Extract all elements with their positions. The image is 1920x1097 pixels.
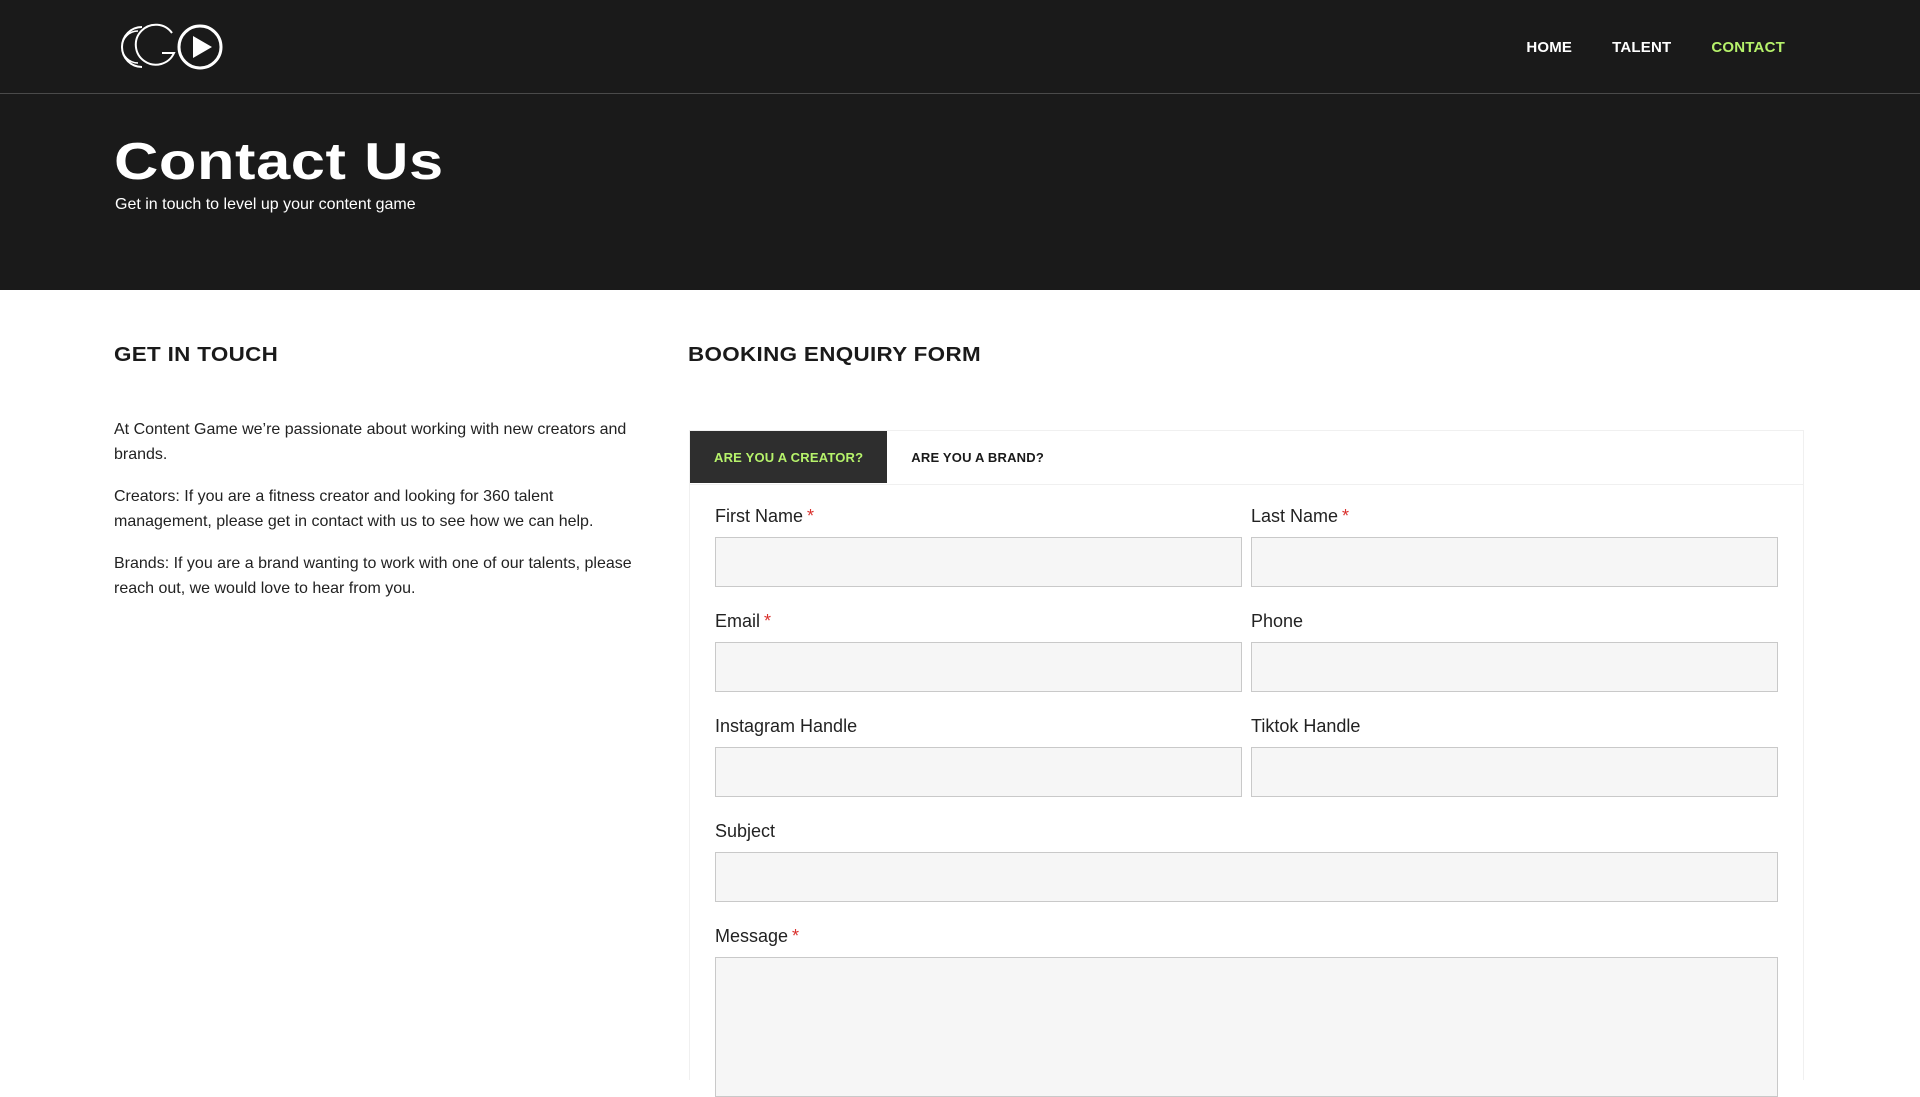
page-title: Contact Us bbox=[114, 133, 444, 191]
tiktok-label: Tiktok Handle bbox=[1251, 715, 1778, 737]
instagram-handle-input[interactable] bbox=[715, 747, 1242, 797]
phone-group: Phone bbox=[1251, 610, 1778, 692]
last-name-label: Last Name * bbox=[1251, 505, 1778, 527]
first-name-input[interactable] bbox=[715, 537, 1242, 587]
nav-contact-link[interactable]: CONTACT bbox=[1711, 39, 1785, 56]
email-label-text: Email bbox=[715, 611, 761, 631]
hero-banner: Contact Us Get in touch to level up your… bbox=[0, 94, 1920, 290]
subject-label-text: Subject bbox=[715, 821, 776, 841]
phone-label: Phone bbox=[1251, 610, 1778, 632]
tiktok-handle-input[interactable] bbox=[1251, 747, 1778, 797]
enquiry-type-tabs: ARE YOU A CREATOR? ARE YOU A BRAND? bbox=[689, 430, 1804, 484]
get-in-touch-text: At Content Game we’re passionate about w… bbox=[114, 417, 654, 601]
phone-input[interactable] bbox=[1251, 642, 1778, 692]
phone-label-text: Phone bbox=[1251, 611, 1304, 631]
content-game-logo-icon[interactable] bbox=[114, 23, 224, 71]
nav-home-link[interactable]: HOME bbox=[1526, 39, 1572, 56]
message-textarea[interactable] bbox=[715, 957, 1778, 1097]
first-name-label-text: First Name bbox=[715, 506, 804, 526]
tiktok-label-text: Tiktok Handle bbox=[1251, 716, 1361, 736]
last-name-group: Last Name * bbox=[1251, 505, 1778, 587]
creators-paragraph: Creators: If you are a fitness creator a… bbox=[114, 488, 594, 530]
get-in-touch-heading: GET IN TOUCH bbox=[114, 344, 279, 366]
tab-creator[interactable]: ARE YOU A CREATOR? bbox=[690, 431, 888, 483]
nav-talent-link[interactable]: TALENT bbox=[1612, 39, 1671, 56]
get-in-touch-section: GET IN TOUCH At Content Game we’re passi… bbox=[114, 344, 654, 618]
email-label: Email * bbox=[715, 610, 1242, 632]
email-group: Email * bbox=[715, 610, 1242, 692]
top-navbar: HOME TALENT CONTACT bbox=[0, 0, 1920, 94]
instagram-group: Instagram Handle bbox=[715, 715, 1242, 797]
last-name-label-text: Last Name bbox=[1251, 506, 1339, 526]
required-marker: * bbox=[764, 611, 772, 631]
subject-input[interactable] bbox=[715, 852, 1778, 902]
message-label-text: Message bbox=[715, 926, 789, 946]
instagram-label-text: Instagram Handle bbox=[715, 716, 858, 736]
instagram-label: Instagram Handle bbox=[715, 715, 1242, 737]
intro-paragraph: At Content Game we’re passionate about w… bbox=[114, 421, 627, 463]
message-group: Message * bbox=[715, 925, 1778, 1097]
first-name-group: First Name * bbox=[715, 505, 1242, 587]
required-marker: * bbox=[792, 926, 800, 946]
message-label: Message * bbox=[715, 925, 1778, 947]
email-input[interactable] bbox=[715, 642, 1242, 692]
brands-paragraph: Brands: If you are a brand wanting to wo… bbox=[114, 555, 632, 597]
last-name-input[interactable] bbox=[1251, 537, 1778, 587]
first-name-label: First Name * bbox=[715, 505, 1242, 527]
page-subtitle: Get in touch to level up your content ga… bbox=[115, 196, 416, 213]
tiktok-group: Tiktok Handle bbox=[1251, 715, 1778, 797]
subject-label: Subject bbox=[715, 820, 1778, 842]
booking-form-heading: BOOKING ENQUIRY FORM bbox=[688, 344, 981, 366]
subject-group: Subject bbox=[715, 820, 1778, 902]
tab-brand[interactable]: ARE YOU A BRAND? bbox=[887, 431, 1068, 483]
required-marker: * bbox=[1342, 506, 1350, 526]
main-nav: HOME TALENT CONTACT bbox=[1526, 0, 1785, 94]
required-marker: * bbox=[807, 506, 815, 526]
booking-enquiry-section: BOOKING ENQUIRY FORM bbox=[688, 344, 1804, 367]
